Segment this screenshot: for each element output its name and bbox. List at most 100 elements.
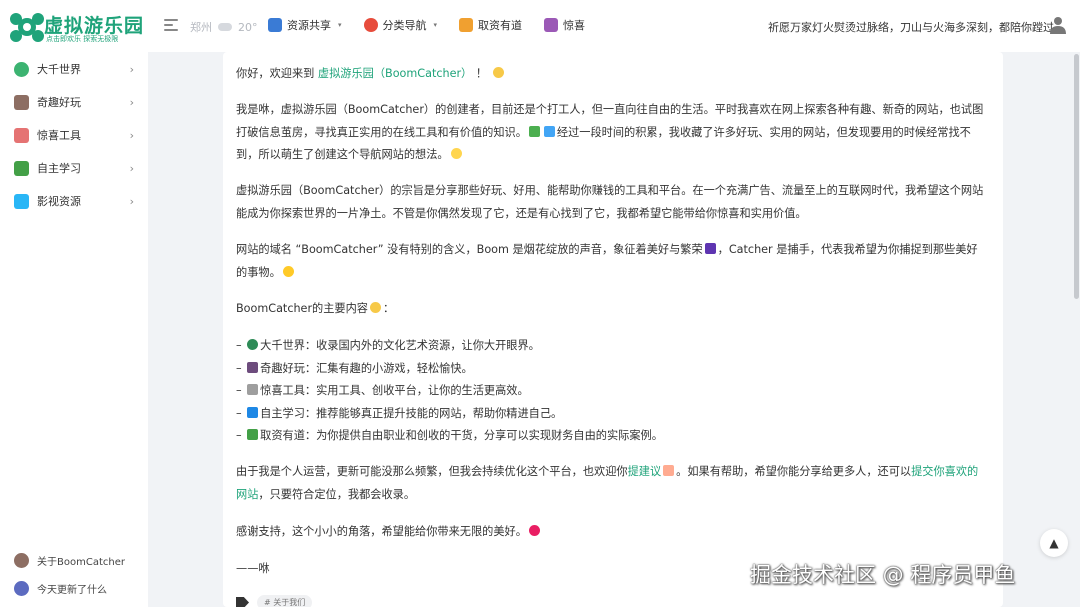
toolbox-icon (14, 127, 29, 143)
feedback-text: 由于我是个人运营，更新可能没那么频繁，但我会持续优化这个平台，也欢迎你 (236, 465, 628, 478)
domain-text: 网站的域名 “BoomCatcher” 没有特别的含义，Boom 是烟花绽放的声… (236, 243, 703, 256)
thanks-paragraph: 感谢支持，这个小小的角落，希望能给你带来无限的美好。 (236, 521, 988, 544)
nav-label: 资源共享 (287, 19, 331, 32)
watermark: 掘金技术社区 @ 程序员甲鱼 (750, 563, 1016, 587)
chevron-right-icon: › (129, 62, 134, 76)
intro-paragraph: 我是咻，虚拟游乐园（BoomCatcher）的创建者，目前还是个打工人，但一直向… (236, 99, 988, 167)
nav-item-resource-share[interactable]: 资源共享 ▾ (268, 17, 342, 33)
gamepad-icon (247, 361, 259, 373)
chevron-right-icon: › (129, 128, 134, 142)
content-list: – 大千世界：收录国内外的文化艺术资源，让你大开眼界。 – 奇趣好玩：汇集有趣的… (236, 335, 988, 448)
study-icon (14, 160, 29, 176)
money-icon (247, 429, 259, 440)
greeting: 你好，欢迎来到 虚拟游乐园（BoomCatcher） ！ (236, 63, 988, 86)
sidebar-item-label: 奇趣好玩 (37, 96, 81, 109)
globe-icon (14, 61, 29, 77)
chevron-right-icon: › (129, 95, 134, 109)
sidebar-item-video[interactable]: 影视资源 › (14, 191, 138, 211)
game-icon (14, 94, 29, 110)
memo-icon (663, 465, 675, 476)
sidebar-item-study[interactable]: 自主学习 › (14, 158, 138, 178)
compass-icon (14, 580, 29, 596)
nav-label: 取资有道 (478, 19, 523, 32)
sun-icon (282, 265, 294, 277)
feedback-text-3: ，只要符合定位，我都会收录。 (258, 487, 416, 501)
chevron-right-icon: › (129, 194, 134, 208)
nav-item-category[interactable]: 分类导航 ▾ (363, 17, 438, 33)
book-icon (247, 406, 259, 418)
sidebar-item-label: 自主学习 (37, 162, 81, 175)
chevron-down-icon: ▾ (433, 21, 438, 29)
header-quote: 祈愿万家灯火熨烫过脉络，刀山与火海多深刻，都陪你蹚过。 (768, 21, 1065, 34)
back-to-top-button[interactable]: ▲ (1040, 529, 1068, 557)
feedback-paragraph: 由于我是个人运营，更新可能没那么频繁，但我会持续优化这个平台，也欢迎你提建议 。如… (236, 461, 988, 506)
page-scrollbar[interactable] (1073, 52, 1080, 607)
tools-icon (247, 384, 259, 395)
list-item: – 大千世界：收录国内外的文化艺术资源，让你大开眼界。 (236, 339, 540, 352)
nav-item-surprise[interactable]: 惊喜 (544, 17, 585, 33)
chevron-right-icon: › (129, 161, 134, 175)
sidebar-item-label: 惊喜工具 (37, 129, 81, 142)
fire-icon (363, 18, 378, 32)
list-item: – 惊喜工具：实用工具、创收平台，让你的生活更高效。 (236, 384, 529, 397)
fireworks-icon (704, 243, 716, 254)
suggestion-link[interactable]: 提建议 (628, 465, 662, 478)
logo-emblem-icon (10, 13, 44, 42)
point-down-icon (369, 302, 381, 313)
sidebar-footer-label: 关于BoomCatcher (37, 556, 125, 568)
chevron-down-icon: ▾ (338, 21, 342, 29)
nav-label: 分类导航 (382, 19, 427, 32)
greeting-end: ！ (475, 67, 488, 80)
sidebar-item-fun[interactable]: 奇趣好玩 › (14, 92, 138, 112)
top-nav: 资源共享 ▾ 分类导航 ▾ 取资有道 惊喜 (268, 17, 607, 33)
greeting-text: 你好，欢迎来到 (236, 67, 315, 80)
sidebar-item-tools[interactable]: 惊喜工具 › (14, 125, 138, 145)
list-item-text: 惊喜工具：实用工具、创收平台，让你的生活更高效。 (260, 384, 529, 397)
about-card: 你好，欢迎来到 虚拟游乐园（BoomCatcher） ！ 我是咻，虚拟游乐园（B… (223, 52, 1003, 607)
sidebar: 大千世界 › 奇趣好玩 › 惊喜工具 › 自主学习 › 影视资源 › 关于Boo… (0, 52, 148, 607)
video-icon (14, 193, 29, 209)
cloud-icon (218, 23, 232, 31)
user-icon[interactable] (1050, 16, 1066, 34)
sidebar-item-world[interactable]: 大千世界 › (14, 59, 138, 79)
mission-paragraph: 虚拟游乐园（BoomCatcher）的宗旨是分享那些好玩、好用、能帮助你赚钱的工… (236, 184, 984, 220)
sparkles-icon (450, 148, 462, 159)
list-item: – 取资有道：为你提供自由职业和创收的干货，分享可以实现财务自由的实际案例。 (236, 429, 663, 442)
domain-paragraph: 网站的域名 “BoomCatcher” 没有特别的含义，Boom 是烟花绽放的声… (236, 239, 988, 284)
sidebar-item-label: 大千世界 (37, 63, 81, 76)
book-icon (543, 125, 555, 137)
globe-icon (247, 339, 259, 350)
list-item: – 自主学习：推荐能够真正提升技能的网站，帮助你精进自己。 (236, 406, 563, 420)
tag-row: # 关于我们 (236, 595, 313, 607)
nav-label: 惊喜 (563, 19, 586, 32)
sidebar-item-label: 影视资源 (37, 195, 81, 208)
list-title-text: BoomCatcher的主要内容 (236, 302, 368, 315)
logo-slogan: 点击即欢乐 探索无极限 (46, 35, 119, 43)
tag-about[interactable]: # 关于我们 (257, 595, 313, 607)
books-icon (528, 125, 540, 137)
sidebar-footer-about[interactable]: 关于BoomCatcher (14, 550, 125, 570)
list-title: BoomCatcher的主要内容： (236, 302, 395, 315)
feedback-text-2: 。如果有帮助，希望你能分享给更多人，还可以 (676, 465, 912, 478)
list-item-text: 奇趣好玩：汇集有趣的小游戏，轻松愉快。 (260, 361, 473, 375)
top-header: 虚拟游乐园 点击即欢乐 探索无极限 郑州 20° 资源共享 ▾ 分类导航 ▾ 取… (0, 0, 1080, 52)
weather-widget[interactable]: 郑州 20° (190, 19, 258, 35)
money-doc-icon (459, 18, 474, 32)
tag-icon (236, 597, 249, 607)
menu-toggle-icon[interactable] (164, 19, 178, 33)
site-link[interactable]: 虚拟游乐园（BoomCatcher） (318, 67, 472, 80)
weather-temp: 20° (238, 20, 258, 34)
share-icon (268, 18, 282, 32)
nav-item-earn[interactable]: 取资有道 (459, 17, 522, 33)
list-item-text: 自主学习：推荐能够真正提升技能的网站，帮助你精进自己。 (260, 406, 563, 420)
heart-icon (528, 525, 540, 536)
list-item-text: 取资有道：为你提供自由职业和创收的干货，分享可以实现财务自由的实际案例。 (260, 429, 663, 442)
thanks-text: 感谢支持，这个小小的角落，希望能给你带来无限的美好。 (236, 525, 527, 538)
wave-hand-icon (492, 67, 504, 78)
sidebar-footer-updates[interactable]: 今天更新了什么 (14, 578, 107, 598)
scrollbar-thumb[interactable] (1074, 54, 1079, 299)
site-logo[interactable]: 虚拟游乐园 点击即欢乐 探索无极限 (8, 8, 148, 46)
weather-city: 郑州 (190, 21, 212, 34)
badge-icon (14, 552, 29, 568)
list-item: – 奇趣好玩：汇集有趣的小游戏，轻松愉快。 (236, 361, 473, 375)
